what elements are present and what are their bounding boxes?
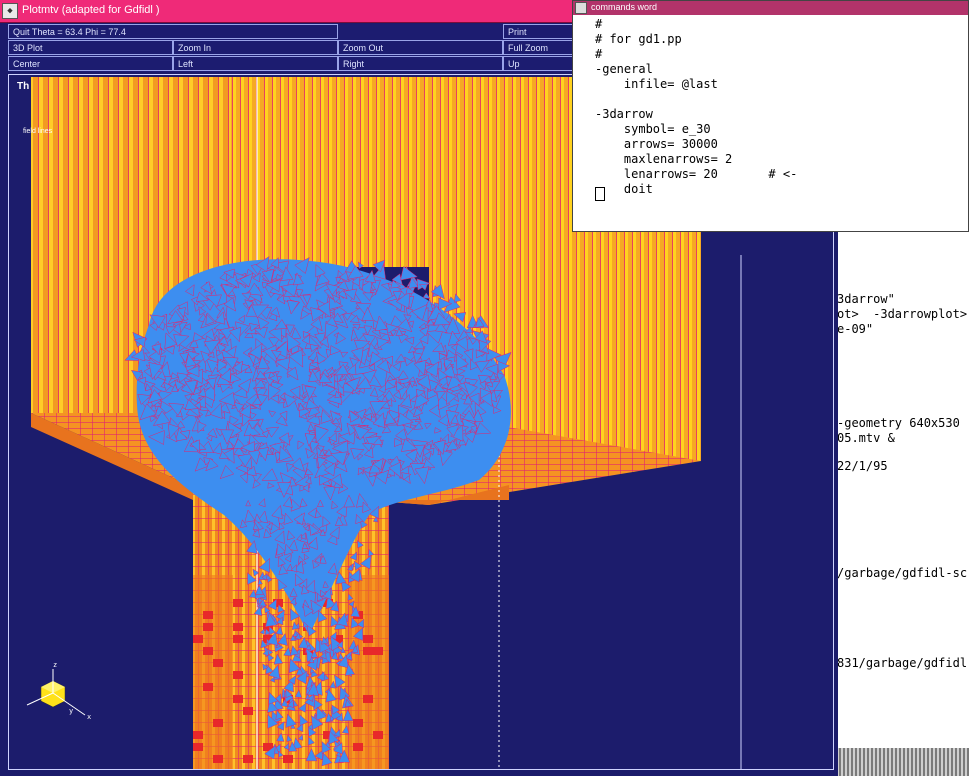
tube-block [233, 671, 243, 679]
terminal-scrollbar[interactable] [835, 748, 969, 776]
field-arrow [422, 292, 431, 299]
tube-block [233, 599, 243, 607]
terminal-line: /garbage/gdfidl-sc [837, 566, 968, 580]
commands-window: commands word # # for gd1.pp # -general inf… [572, 0, 969, 232]
window-menu-icon[interactable]: ◆ [2, 3, 18, 19]
window-menu-icon[interactable] [575, 2, 587, 14]
command-line: # [595, 47, 603, 61]
tube-block [233, 635, 243, 643]
command-line: infile= @last [595, 77, 718, 91]
tube-block [363, 647, 373, 655]
right-button[interactable]: Right [338, 56, 503, 71]
command-line: # for gd1.pp [595, 32, 682, 46]
tube-block [193, 635, 203, 643]
text-cursor [595, 187, 605, 201]
tube-block [193, 731, 203, 739]
plot-window-title: Plotmtv (adapted for Gdfidl ) [22, 4, 160, 16]
plot-title: Th [17, 81, 29, 92]
terminal-line: 831/garbage/gdfidl [837, 656, 968, 670]
tube-block [363, 695, 373, 703]
commands-window-titlebar[interactable]: commands word [573, 1, 968, 15]
tube-block [193, 743, 203, 751]
terminal-line: 3darrow" [837, 292, 895, 306]
tube-block [213, 719, 223, 727]
tube-block [353, 743, 363, 751]
center-button[interactable]: Center [8, 56, 173, 71]
tube-block [213, 755, 223, 763]
x-axis-label: x [87, 713, 91, 721]
terminal-line: 05.mtv & [837, 431, 895, 445]
command-line: -3darrow [595, 107, 653, 121]
tube-block [243, 707, 253, 715]
left-button[interactable]: Left [173, 56, 338, 71]
tube-shade [349, 575, 389, 769]
tube-block [203, 647, 213, 655]
commands-text[interactable]: # # for gd1.pp # -general infile= @last -3d… [595, 17, 797, 197]
commands-window-title: commands word [591, 2, 658, 12]
command-line: arrows= 30000 [595, 137, 718, 151]
command-line: symbol= e_30 [595, 122, 711, 136]
tube-block [203, 611, 213, 619]
tube-block [233, 623, 243, 631]
command-line: # [595, 17, 603, 31]
tube-block [213, 659, 223, 667]
tube-block [203, 623, 213, 631]
terminal-line: ot> -3darrowplot> [837, 307, 968, 321]
command-line: maxlenarrows= 2 [595, 152, 733, 166]
background-terminal: 3darrow" ot> -3darrowplot> e-09" -geomet… [835, 232, 969, 776]
tube-block [243, 755, 253, 763]
terminal-line: -geometry 640x530 [837, 416, 960, 430]
zoom-out-button[interactable]: Zoom Out [338, 40, 503, 55]
command-line: doit [595, 182, 653, 196]
zoom-in-button[interactable]: Zoom In [173, 40, 338, 55]
tube-block [363, 635, 373, 643]
terminal-line: e-09" [837, 322, 874, 336]
command-line: lenarrows= 20 # <- [595, 167, 798, 181]
3d-plot-button[interactable]: 3D Plot [8, 40, 173, 55]
terminal-line: 22/1/95 [837, 459, 888, 473]
tube-block [203, 683, 213, 691]
axes-triad: z y x [26, 661, 91, 721]
tube-block [233, 695, 243, 703]
command-line [595, 92, 797, 107]
command-line: -general [595, 62, 653, 76]
plot-subtitle: field lines [23, 128, 53, 135]
tube-block [353, 719, 363, 727]
quit-button[interactable]: Quit Theta = 63.4 Phi = 77.4 [8, 24, 338, 39]
y-axis-label: y [69, 707, 73, 715]
tube-block [373, 731, 383, 739]
z-axis-label: z [53, 661, 57, 669]
tube-block [373, 647, 383, 655]
tube-shade [193, 575, 233, 769]
tube-block [283, 755, 293, 763]
field-arrows [124, 255, 512, 767]
